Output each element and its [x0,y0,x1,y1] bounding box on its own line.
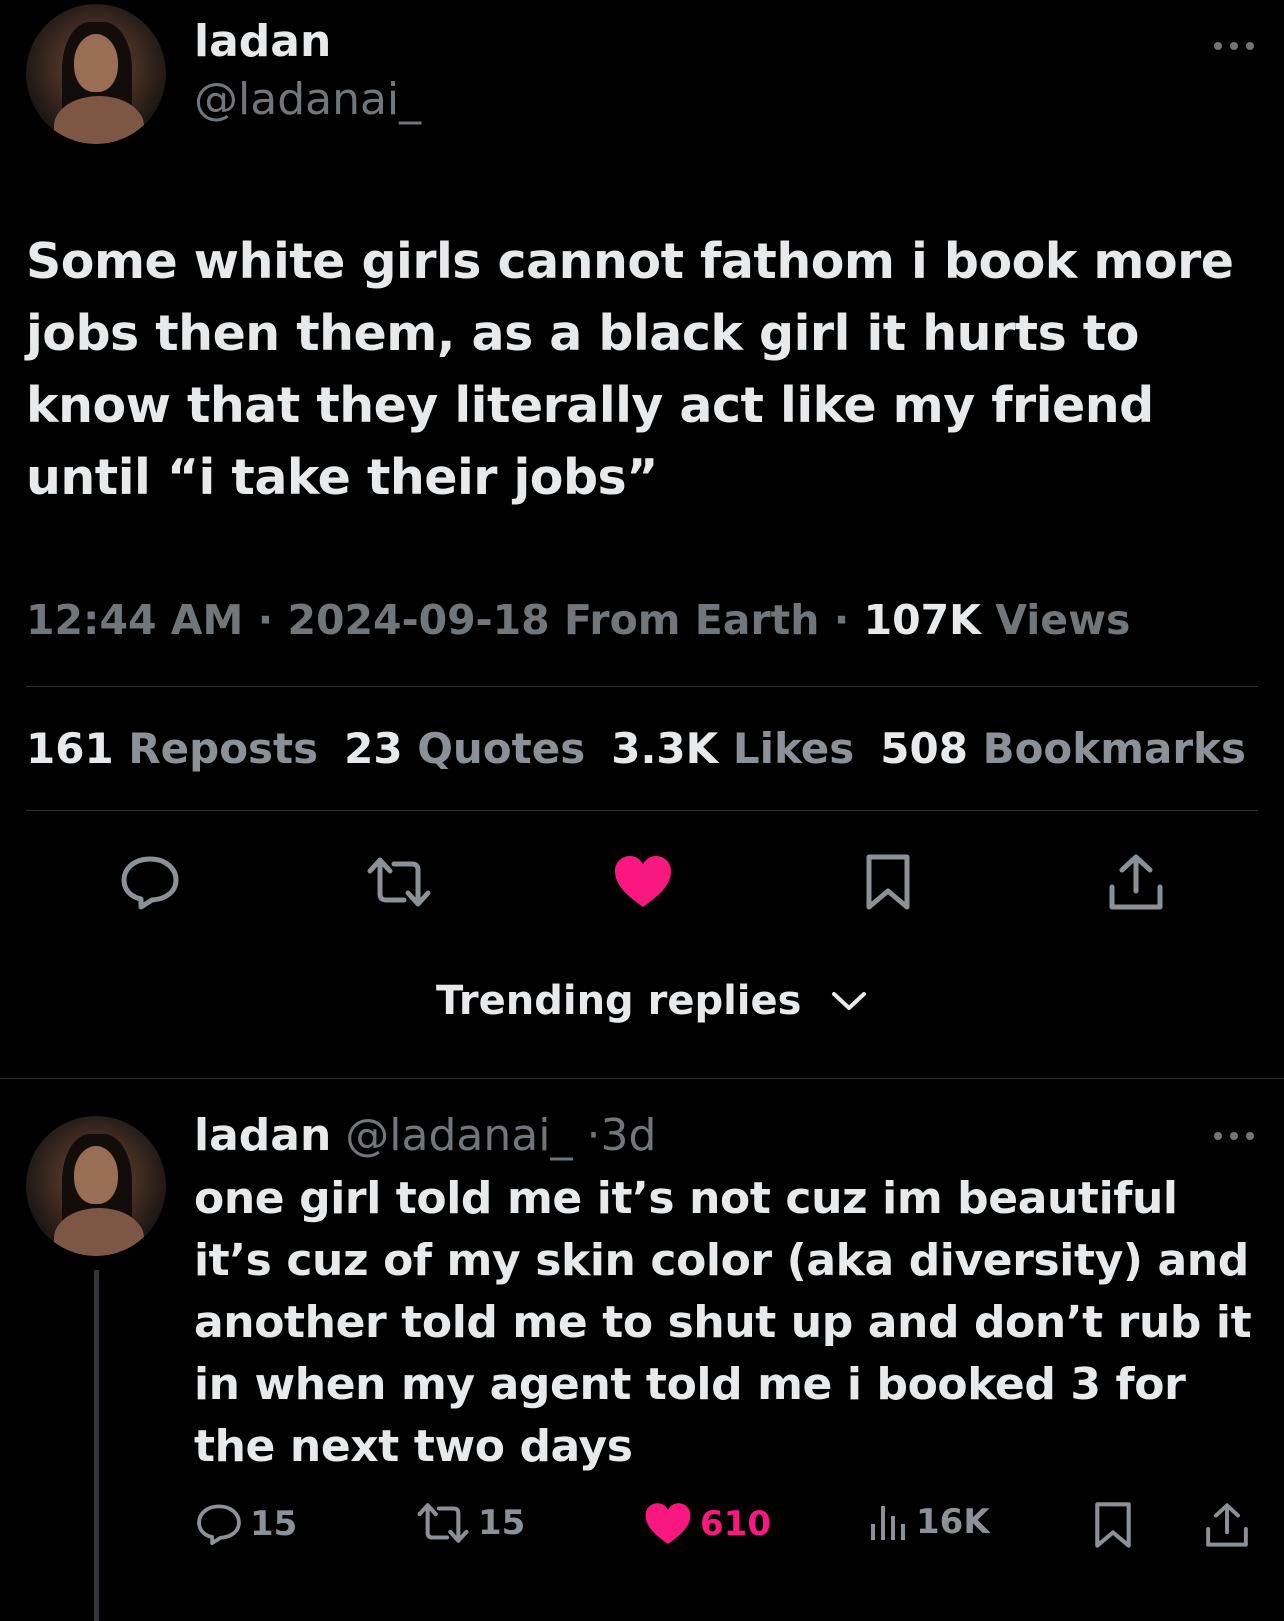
reply-replies-button[interactable]: 15 [196,1502,297,1546]
tweet-meta: 12:44 AM · 2024-09-18 From Earth · 107K … [26,596,1131,644]
author-handle[interactable]: @ladanai_ [194,74,421,125]
repost-button[interactable] [364,850,434,914]
likes-stat[interactable]: 3.3K Likes [611,724,854,773]
reply-like-button[interactable]: 610 [644,1502,771,1546]
author-display-name[interactable]: ladan [194,16,331,67]
bookmarks-stat[interactable]: 508 Bookmarks [880,724,1246,773]
quotes-stat[interactable]: 23 Quotes [344,724,585,773]
reply-replies-count: 15 [250,1504,298,1544]
section-divider [0,1078,1284,1079]
chevron-down-icon [832,992,867,1010]
reposts-stat[interactable]: 161 Reposts [26,724,318,773]
reply-button[interactable] [118,850,182,914]
like-button[interactable] [610,850,676,914]
divider [26,686,1258,687]
stats-row: 161 Reposts 23 Quotes 3.3K Likes 508 Boo… [26,724,1246,773]
reply-display-name[interactable]: ladan [194,1110,331,1161]
reply-views-count: 16K [916,1502,990,1542]
reply-avatar[interactable] [26,1116,166,1256]
reply-repost-button[interactable]: 15 [416,1502,525,1544]
tweet-text: Some white girls cannot fathom i book mo… [26,233,1234,506]
trending-replies-toggle[interactable]: Trending replies [436,978,867,1024]
tweet-source: From Earth [564,596,820,644]
author-avatar[interactable] [26,4,166,144]
tweet-date: 2024-09-18 [287,596,550,644]
trending-replies-label: Trending replies [436,978,802,1024]
reply-icon [121,856,179,910]
views-label: Views [995,596,1131,644]
more-options-icon[interactable] [1210,36,1258,56]
reply-text: one girl told me it’s not cuz im beautif… [194,1173,1252,1472]
like-icon [645,1503,691,1544]
repost-icon [367,857,431,907]
reply-share-button[interactable] [1202,1498,1252,1552]
bookmark-icon [866,854,910,910]
share-icon [1109,854,1163,910]
like-icon [615,856,671,907]
divider [26,810,1258,811]
reply-icon [197,1504,241,1546]
bookmark-button[interactable] [860,850,916,914]
views-icon [871,1506,905,1540]
reply-likes-count: 610 [700,1504,771,1544]
repost-icon [417,1503,469,1543]
more-options-icon[interactable] [1210,1126,1258,1146]
reply-header: ladan @ladanai_ ·3d [194,1110,657,1161]
reply-reposts-count: 15 [478,1503,526,1543]
views-count: 107K [863,596,981,644]
reply-views-button[interactable]: 16K [868,1502,990,1542]
bookmark-icon [1095,1502,1131,1548]
reply-age[interactable]: 3d [600,1110,656,1161]
reply-handle[interactable]: @ladanai_ [345,1110,572,1161]
share-icon [1206,1503,1248,1547]
tweet-time: 12:44 AM [26,596,244,644]
thread-line [94,1270,99,1621]
share-button[interactable] [1104,850,1168,914]
reply-bookmark-button[interactable] [1090,1498,1136,1552]
